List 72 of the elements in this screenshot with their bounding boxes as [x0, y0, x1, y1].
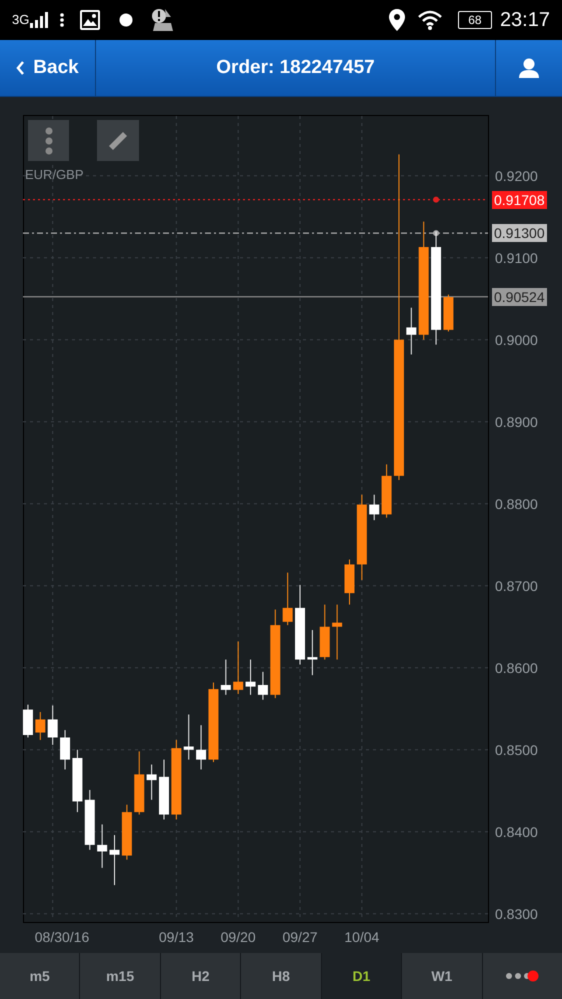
axis-label: 0.8300	[495, 904, 538, 923]
ruler-icon	[107, 130, 129, 152]
candlestick	[184, 714, 194, 760]
chevron-left-icon	[16, 61, 26, 75]
candlestick	[97, 824, 108, 868]
symbol-label: EUR/GBP	[25, 166, 84, 184]
timeframe-tab[interactable]: m15	[80, 953, 160, 999]
timeframe-tab[interactable]: m5	[0, 953, 80, 999]
candlestick	[146, 764, 157, 800]
warning-icon	[151, 9, 176, 31]
location-icon	[388, 9, 406, 31]
axis-label: 09/27	[281, 928, 319, 947]
candlestick	[110, 834, 120, 886]
candlestick	[220, 659, 231, 696]
axis-label: 0.8400	[495, 822, 538, 841]
candlestick	[282, 572, 293, 626]
candlestick	[332, 604, 342, 660]
axis-label: 0.9200	[495, 166, 538, 185]
image-icon	[80, 10, 100, 30]
person-icon	[518, 58, 540, 78]
candlestick	[48, 705, 58, 746]
candlestick	[307, 630, 318, 676]
marker-dot	[433, 196, 440, 203]
price-tag: 0.91708	[492, 190, 547, 209]
dot-icon	[119, 13, 134, 27]
candlestick	[258, 671, 268, 700]
menu-button[interactable]	[28, 120, 69, 161]
marker-dot	[433, 230, 440, 236]
candlestick	[443, 294, 454, 332]
back-button[interactable]: Back	[0, 40, 96, 96]
axis-label: 0.8500	[495, 740, 538, 759]
candlestick	[196, 724, 206, 770]
candlestick	[406, 307, 416, 355]
candlestick	[382, 464, 392, 518]
candlestick	[35, 712, 46, 740]
network-label: 3G	[12, 11, 30, 30]
more-icon	[44, 126, 52, 154]
axis-label: 0.9000	[495, 330, 538, 349]
candlestick	[246, 659, 256, 696]
axis-label: 09/20	[220, 928, 257, 947]
axis-label: 0.8800	[495, 494, 538, 513]
timeframe-tab[interactable]: W1	[402, 953, 482, 999]
candlestick	[22, 704, 33, 738]
axis-label: 0.8900	[495, 412, 538, 431]
wifi-icon	[418, 10, 442, 30]
ruler-button[interactable]	[97, 120, 139, 161]
price-tag: 0.91300	[492, 224, 547, 242]
axis-label: 0.8600	[495, 658, 538, 677]
more-tab[interactable]	[482, 953, 562, 999]
window-title: Order: 182247457	[215, 56, 376, 80]
candlestick	[72, 749, 82, 813]
timeframe-tab[interactable]: H8	[241, 953, 321, 999]
candlestick	[60, 730, 70, 770]
candlestick	[134, 750, 144, 816]
battery-indicator: 68	[458, 11, 492, 29]
candlestick	[84, 789, 95, 850]
axis-label: 08/30/16	[34, 928, 90, 947]
timeframe-tab[interactable]: D1	[322, 953, 402, 999]
axis-label: 09/13	[158, 928, 195, 947]
timeframe-tab[interactable]: H2	[160, 953, 240, 999]
candlestick	[320, 604, 330, 660]
axis-label: 10/04	[343, 928, 380, 947]
axis-label: 0.8700	[495, 576, 538, 595]
candlestick	[233, 641, 244, 694]
clock: 23:17	[500, 8, 550, 33]
price-tag: 0.90524	[492, 288, 547, 306]
candlestick	[344, 559, 354, 606]
more-icon	[60, 12, 64, 28]
candlestick	[122, 804, 132, 860]
candlestick	[369, 494, 380, 521]
axis-label: 0.9100	[495, 248, 538, 267]
candlestick	[158, 759, 169, 820]
